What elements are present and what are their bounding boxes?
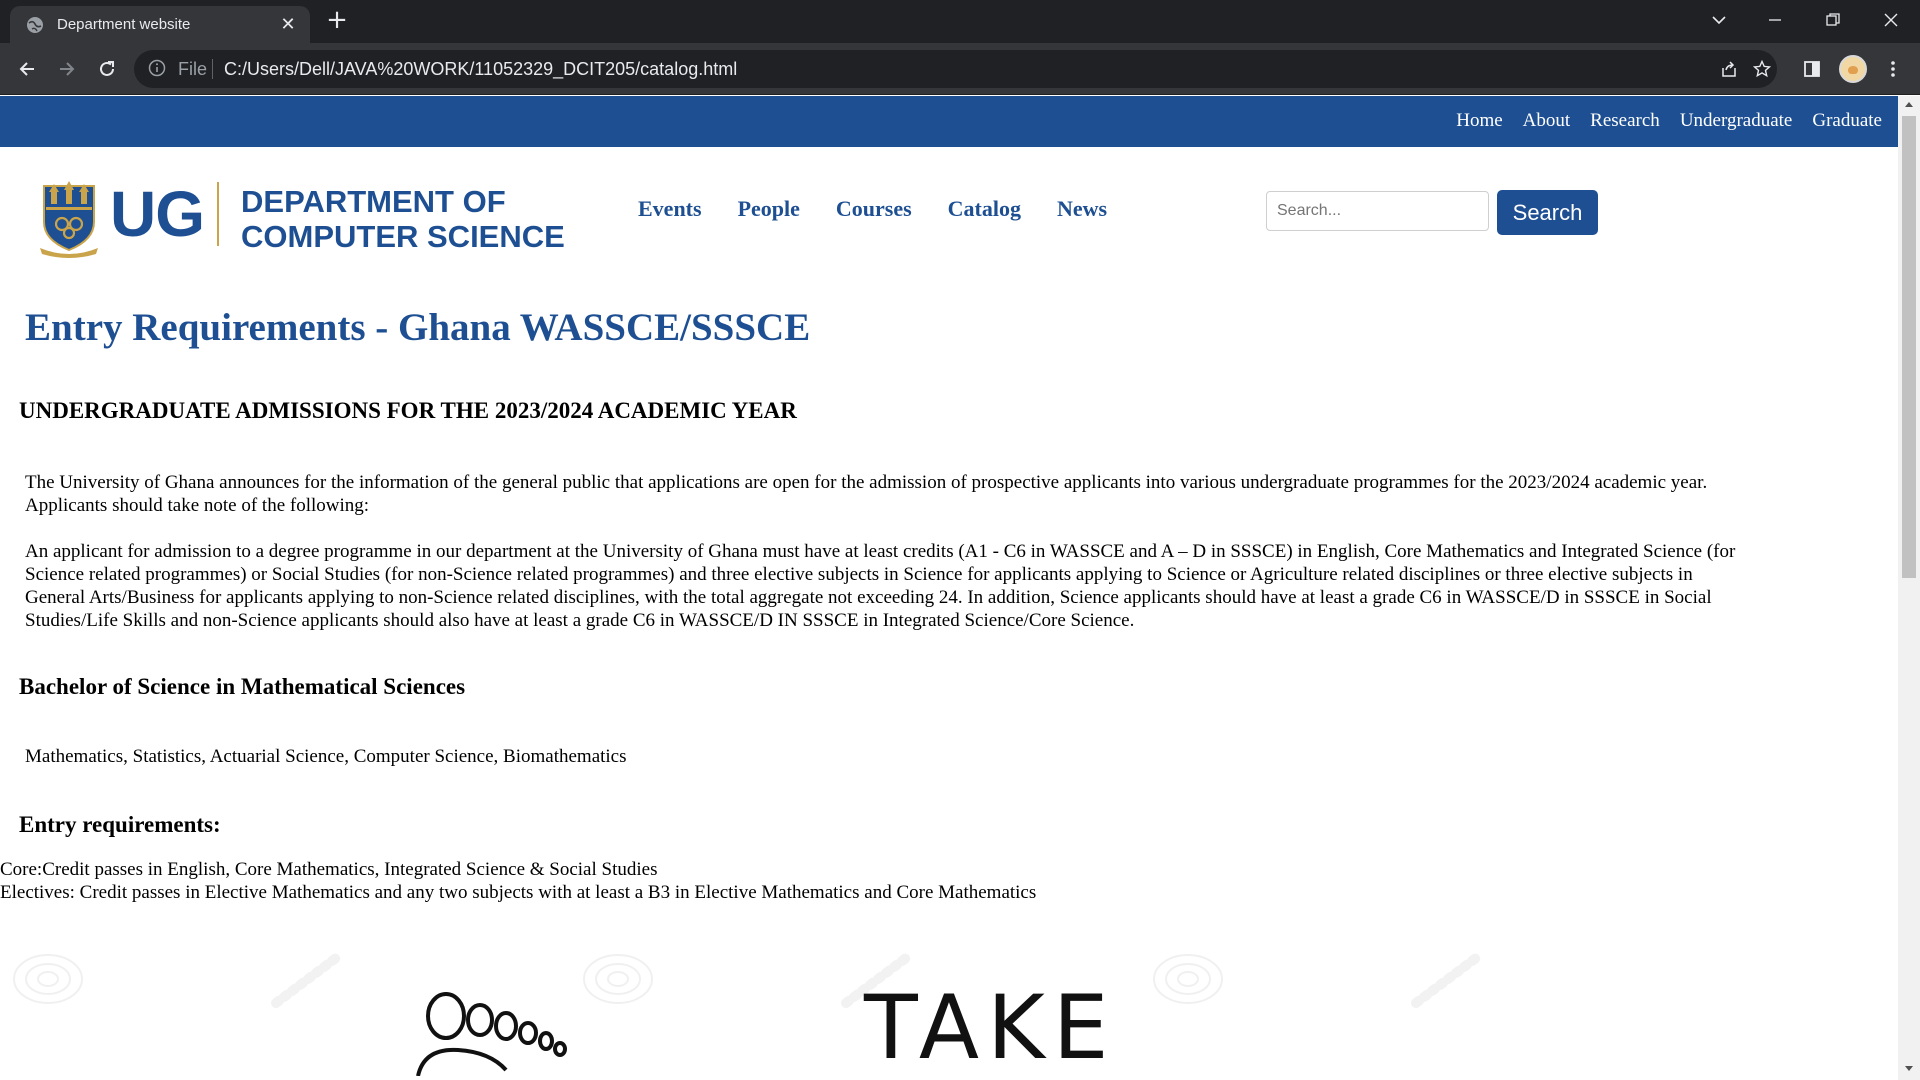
tab-strip: Department website ✕ + (0, 0, 1920, 43)
logo-line-2: COMPUTER SCIENCE (241, 219, 565, 254)
elective-requirement: Electives: Credit passes in Elective Mat… (0, 882, 1037, 903)
share-icon[interactable] (1718, 58, 1740, 80)
tab-title: Department website (57, 16, 191, 33)
main-nav-courses[interactable]: Courses (836, 196, 912, 222)
close-window-icon[interactable] (1868, 0, 1914, 40)
watermark-icon (271, 950, 345, 1008)
watermark-icon (1411, 950, 1485, 1008)
avatar[interactable] (1839, 55, 1867, 83)
top-nav-undergraduate[interactable]: Undergraduate (1680, 110, 1793, 132)
browser-toolbar: File C:/Users/Dell/JAVA%20WORK/11052329_… (0, 43, 1920, 95)
address-bar[interactable]: File C:/Users/Dell/JAVA%20WORK/11052329_… (134, 50, 1777, 88)
address-divider (212, 59, 213, 79)
main-nav-people[interactable]: People (738, 196, 800, 222)
watermark-icon (583, 954, 653, 1004)
watermark-icon (1153, 954, 1223, 1004)
top-nav-about[interactable]: About (1523, 110, 1571, 132)
main-nav: Events People Courses Catalog News (638, 196, 1107, 222)
chevron-down-icon[interactable] (1696, 0, 1742, 40)
top-nav-graduate[interactable]: Graduate (1812, 110, 1882, 132)
scroll-up-arrow-icon[interactable] (1905, 102, 1913, 107)
globe-icon (25, 15, 45, 35)
main-nav-news[interactable]: News (1057, 196, 1107, 222)
page-viewport: Home About Research Undergraduate Gradua… (0, 96, 1898, 1080)
address-scheme: File (178, 59, 208, 79)
doodle-illustration (416, 992, 567, 1076)
page-title: Entry Requirements - Ghana WASSCE/SSSCE (25, 306, 811, 349)
admissions-heading: UNDERGRADUATE ADMISSIONS FOR THE 2023/20… (19, 398, 797, 423)
address-url[interactable]: C:/Users/Dell/JAVA%20WORK/11052329_DCIT2… (224, 59, 737, 80)
arrow-right-icon[interactable] (50, 52, 84, 86)
main-nav-events[interactable]: Events (638, 196, 702, 222)
logo-line-1: DEPARTMENT OF (241, 184, 506, 219)
scrollbar-thumb[interactable] (1902, 116, 1916, 578)
side-panel-icon[interactable] (1800, 57, 1824, 81)
admissions-criteria: An applicant for admission to a degree p… (25, 541, 1736, 631)
minimize-icon[interactable] (1752, 0, 1798, 40)
kebab-menu-icon[interactable] (1881, 57, 1905, 81)
reload-icon[interactable] (90, 52, 124, 86)
search-button[interactable]: Search (1497, 190, 1598, 235)
arrow-left-icon[interactable] (10, 52, 44, 86)
top-bar: Home About Research Undergraduate Gradua… (0, 96, 1898, 147)
top-nav: Home About Research Undergraduate Gradua… (1456, 110, 1882, 132)
admissions-announcement: The University of Ghana announces for th… (25, 472, 1708, 516)
restore-icon[interactable] (1810, 0, 1856, 40)
bsc-heading: Bachelor of Science in Mathematical Scie… (19, 674, 466, 699)
university-crest-icon (40, 181, 98, 258)
core-requirement: Core:Credit passes in English, Core Math… (0, 859, 658, 880)
star-icon[interactable] (1751, 58, 1773, 80)
logo-divider (217, 182, 219, 246)
top-nav-research[interactable]: Research (1590, 110, 1660, 132)
entry-requirements-heading: Entry requirements: (19, 812, 221, 837)
info-icon[interactable] (148, 59, 168, 79)
vertical-scrollbar[interactable] (1898, 96, 1920, 1080)
logo-department-name: DEPARTMENT OF COMPUTER SCIENCE (241, 184, 565, 254)
watermark-icon (13, 954, 83, 1004)
search-input[interactable] (1266, 191, 1489, 231)
programme-list: Mathematics, Statistics, Actuarial Scien… (25, 746, 627, 767)
logo-ug-text: UG (110, 178, 205, 250)
browser-tab[interactable]: Department website ✕ (10, 6, 310, 43)
plus-icon[interactable]: + (324, 7, 350, 33)
main-nav-catalog[interactable]: Catalog (948, 196, 1021, 222)
close-icon[interactable]: ✕ (278, 14, 298, 35)
top-nav-home[interactable]: Home (1456, 110, 1502, 132)
department-logo[interactable]: UG DEPARTMENT OF COMPUTER SCIENCE (38, 178, 578, 258)
banner-headline: TAKE (864, 976, 1117, 1079)
scroll-down-arrow-icon[interactable] (1905, 1066, 1913, 1071)
